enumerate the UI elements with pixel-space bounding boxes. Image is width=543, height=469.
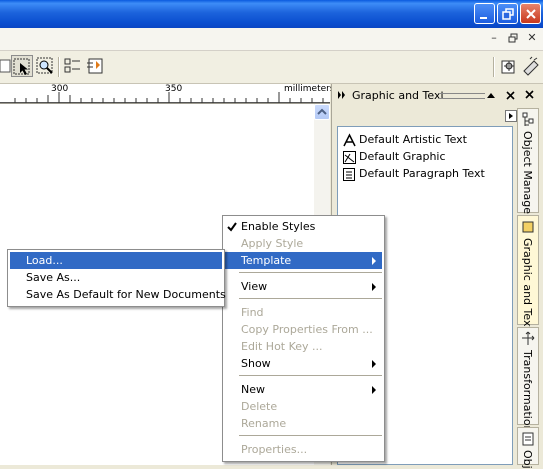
menu-label: Show	[241, 357, 271, 370]
submenu-arrow-icon	[372, 257, 376, 265]
options-icon[interactable]	[498, 55, 520, 77]
menu-label: New	[241, 383, 265, 396]
property-toolbar	[0, 51, 543, 84]
paragraph-text-icon	[343, 168, 355, 181]
template-submenu: Load... Save As... Save As Default for N…	[7, 249, 226, 307]
docker-panel-close-icon[interactable]	[524, 89, 536, 101]
horizontal-ruler: 300 350 millimeters	[0, 84, 335, 104]
submenu-arrow-icon	[372, 386, 376, 394]
ruler-units: millimeters	[284, 84, 335, 94]
tab-object-manager[interactable]: Object Manager	[517, 108, 539, 219]
docker-options-arrow-icon[interactable]	[505, 110, 517, 122]
style-label: Default Paragraph Text	[359, 167, 485, 180]
close-button[interactable]	[520, 3, 541, 24]
ruler-mark-300: 300	[51, 84, 69, 94]
menu-item-apply-style[interactable]: Apply Style	[225, 235, 382, 252]
doc-close-icon[interactable]: ✕	[525, 31, 539, 45]
menu-label: Edit Hot Key ...	[241, 340, 323, 353]
object-properties-tab-icon	[522, 432, 534, 446]
menu-label: Delete	[241, 400, 278, 413]
menu-label: Apply Style	[241, 237, 304, 250]
docker-close-icon[interactable]	[505, 90, 517, 102]
menu-label: View	[241, 280, 268, 293]
menu-item-enable-styles[interactable]: Enable Styles	[225, 218, 382, 235]
menu-item-copy-properties[interactable]: Copy Properties From ...	[225, 321, 382, 338]
scroll-up-button[interactable]	[314, 104, 330, 120]
title-bar	[0, 0, 543, 28]
menu-item-find[interactable]: Find	[225, 304, 382, 321]
tab-label: Graphic and Text	[521, 238, 534, 331]
style-label: Default Artistic Text	[359, 133, 467, 146]
menu-item-edit-hot-key[interactable]: Edit Hot Key ...	[225, 338, 382, 355]
zoom-selection-icon[interactable]	[34, 55, 56, 77]
graphic-style-icon	[343, 151, 356, 164]
tab-label: Object Manager	[521, 131, 534, 219]
menu-label: Template	[241, 254, 292, 267]
menu-item-rename[interactable]: Rename	[225, 415, 382, 432]
submenu-item-save-as-default[interactable]: Save As Default for New Documents	[10, 286, 226, 303]
tab-graphic-and-text[interactable]: Graphic and Text	[517, 215, 539, 331]
menu-item-delete[interactable]: Delete	[225, 398, 382, 415]
menu-item-new[interactable]: New	[225, 381, 382, 398]
doc-minimize-icon[interactable]: –	[487, 31, 501, 45]
graphic-text-tab-icon	[522, 221, 534, 233]
menu-item-show[interactable]: Show	[225, 355, 382, 372]
menu-label: Enable Styles	[241, 220, 316, 233]
menu-item-properties[interactable]: Properties...	[225, 441, 382, 458]
align-icon[interactable]	[62, 55, 84, 77]
menu-label: Rename	[241, 417, 287, 430]
artistic-text-icon	[343, 133, 356, 147]
menu-label: Properties...	[241, 443, 308, 456]
document-control-bar: – ✕	[0, 28, 543, 51]
checkmark-icon	[227, 222, 237, 232]
script-icon[interactable]	[520, 55, 542, 77]
tab-label: Transformation	[521, 350, 534, 433]
docker-title: Graphic and Text	[352, 89, 445, 102]
styles-context-menu: Enable Styles Apply Style Template View …	[222, 215, 385, 462]
restore-button[interactable]	[497, 3, 518, 24]
tab-object-properties[interactable]: Obj	[517, 427, 539, 469]
submenu-item-load[interactable]: Load...	[10, 252, 222, 269]
tab-transformation[interactable]: Transformation	[517, 327, 539, 433]
menu-label: Copy Properties From ...	[241, 323, 373, 336]
menu-label: Save As Default for New Documents	[26, 288, 226, 301]
minimize-button[interactable]	[474, 3, 495, 24]
object-manager-icon	[522, 112, 534, 126]
submenu-item-save-as[interactable]: Save As...	[10, 269, 222, 286]
ruler-mark-350: 350	[165, 84, 183, 94]
transformation-icon	[522, 331, 535, 345]
object-properties-icon[interactable]	[84, 55, 106, 77]
menu-label: Load...	[26, 254, 63, 267]
docker-header: Graphic and Text	[333, 86, 518, 106]
select-tool-icon[interactable]	[11, 55, 33, 77]
style-label: Default Graphic	[359, 150, 446, 163]
tab-label: Obj	[521, 450, 534, 469]
menu-item-template[interactable]: Template	[225, 252, 382, 269]
menu-label: Find	[241, 306, 264, 319]
docker-collapse-icon[interactable]	[337, 91, 347, 99]
menu-label: Save As...	[26, 271, 81, 284]
menu-item-view[interactable]: View	[225, 278, 382, 295]
submenu-arrow-icon	[372, 283, 376, 291]
doc-restore-icon[interactable]	[506, 31, 520, 45]
submenu-arrow-icon	[372, 360, 376, 368]
docker-arrow-up-icon[interactable]	[486, 91, 496, 99]
